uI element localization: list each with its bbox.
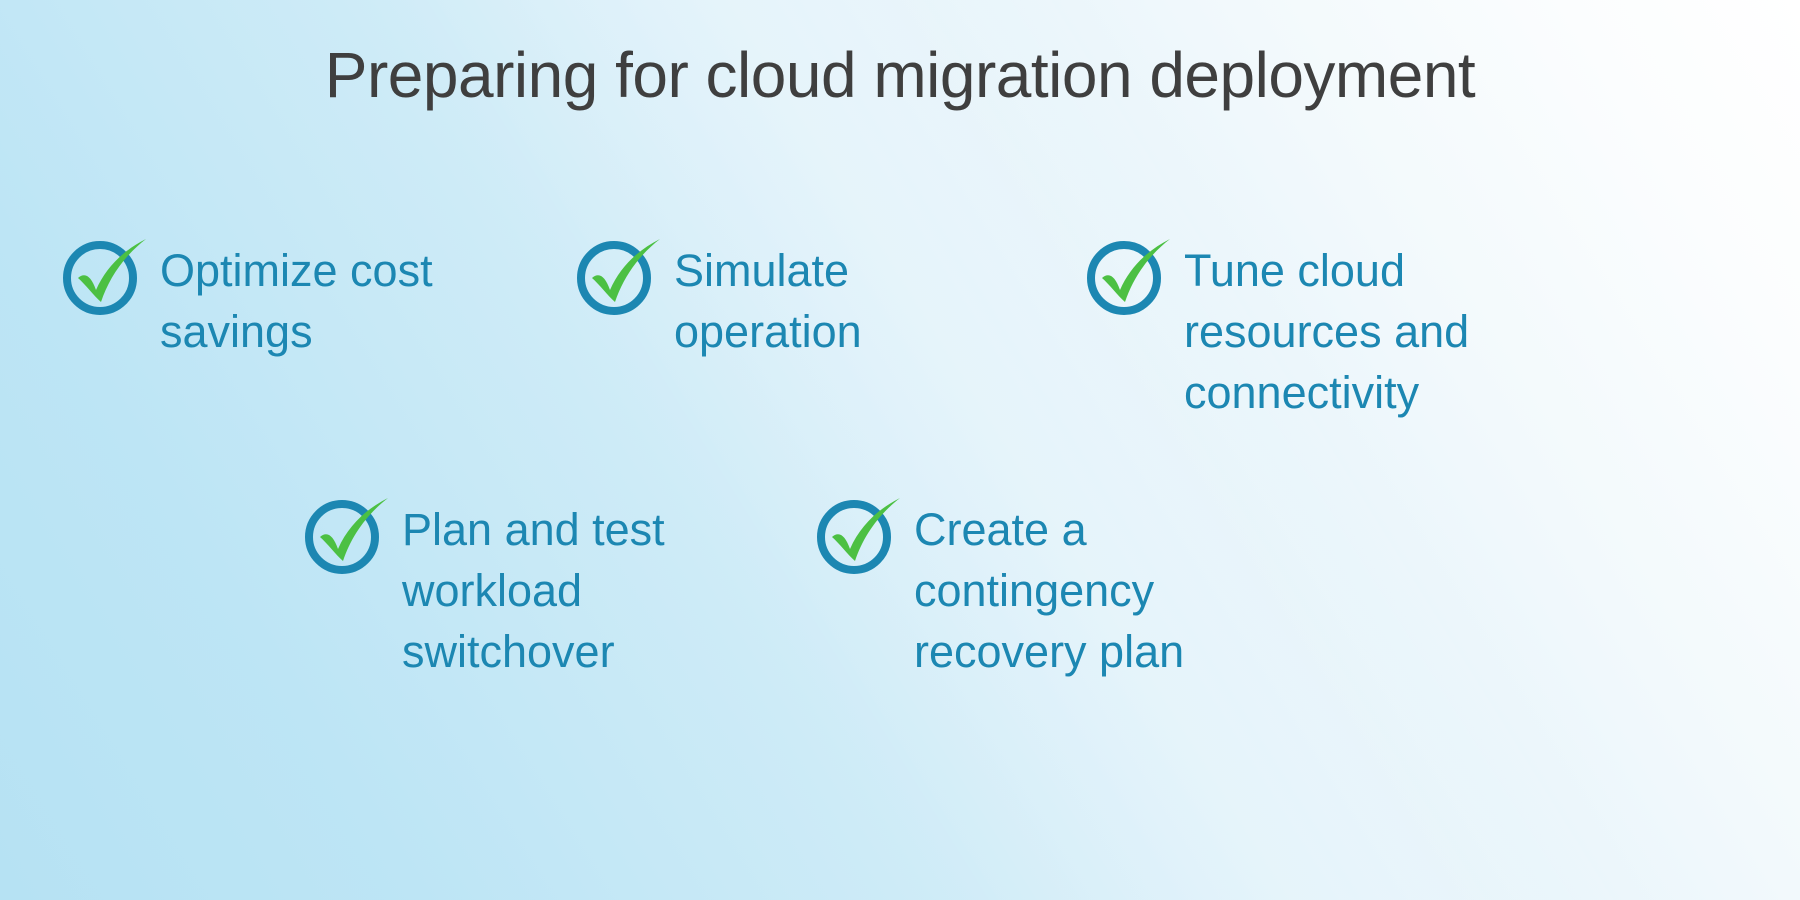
slide-canvas: Preparing for cloud migration deployment… xyxy=(0,0,1800,900)
check-circle-icon xyxy=(305,498,388,574)
checklist-item-optimize-cost-savings[interactable]: Optimize cost savings xyxy=(58,228,488,362)
page-title: Preparing for cloud migration deployment xyxy=(324,39,1476,111)
check-circle-icon xyxy=(1087,239,1170,315)
checklist-item-simulate-operation[interactable]: Simulate operation xyxy=(572,228,952,362)
checklist-item-label: Plan and test workload switchover xyxy=(402,504,665,678)
check-circle-icon xyxy=(817,498,900,574)
checklist-item-create-contingency-recovery-plan[interactable]: Create a contingency recovery plan xyxy=(812,487,1232,683)
background-sheen xyxy=(0,0,1800,900)
check-circle-icon xyxy=(577,239,660,315)
check-circle-icon xyxy=(63,239,146,315)
checklist-item-tune-cloud-resources[interactable]: Tune cloud resources and connectivity xyxy=(1082,228,1512,424)
checklist-item-label: Tune cloud resources and connectivity xyxy=(1184,245,1470,419)
checklist-item-label: Create a contingency recovery plan xyxy=(914,504,1185,678)
checklist-item-plan-and-test-workload-switchover[interactable]: Plan and test workload switchover xyxy=(300,487,700,683)
checklist-item-label: Simulate operation xyxy=(674,245,862,358)
checklist-item-label: Optimize cost savings xyxy=(160,245,433,358)
